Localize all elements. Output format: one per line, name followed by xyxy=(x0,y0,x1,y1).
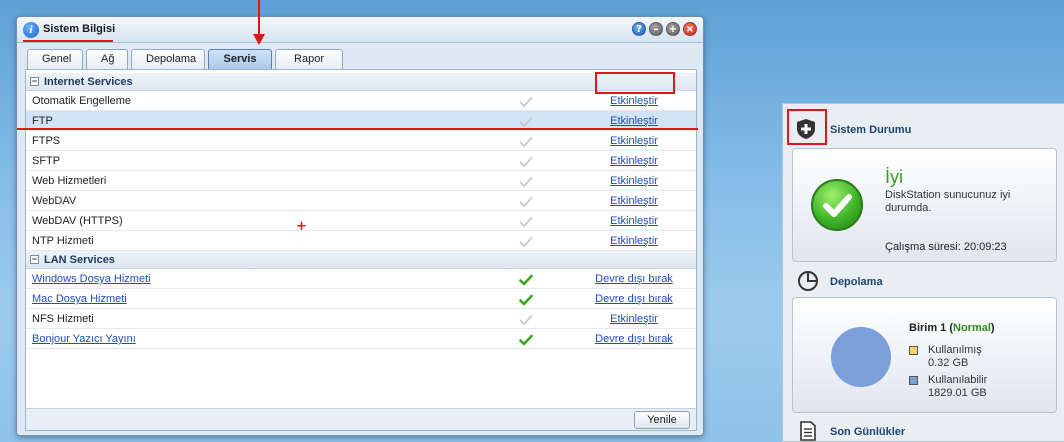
service-row[interactable]: Mac Dosya Hizmeti Devre dışı bırak xyxy=(26,289,696,309)
group-header[interactable]: − LAN Services xyxy=(26,251,696,269)
health-description: DiskStation sunucunuz iyi durumda. xyxy=(885,189,1011,214)
window-controls: ? – + × xyxy=(632,22,697,36)
panel-footer: Yenile xyxy=(26,408,696,430)
status-ok-icon xyxy=(811,179,863,231)
service-row[interactable]: FTPS Etkinleştir xyxy=(26,131,696,151)
collapse-icon[interactable]: − xyxy=(30,255,39,264)
window-titlebar[interactable]: i Sistem Bilgisi ? – + × xyxy=(17,17,703,43)
window-title: Sistem Bilgisi xyxy=(43,23,116,35)
used-label: Kullanılmış xyxy=(928,344,982,356)
service-row[interactable]: Windows Dosya Hizmeti Devre dışı bırak xyxy=(26,269,696,289)
services-panel: Yenile − Internet Services Otomatik Engell… xyxy=(25,69,697,431)
service-action-link[interactable]: Etkinleştir xyxy=(590,231,678,251)
tab-3[interactable]: Servis xyxy=(208,49,272,69)
group-label: LAN Services xyxy=(44,254,115,266)
service-name: NFS Hizmeti xyxy=(32,313,94,325)
tab-1[interactable]: Ağ xyxy=(86,49,128,69)
annotation-box-health-icon xyxy=(787,109,827,145)
group-label: Internet Services xyxy=(44,76,133,88)
service-name[interactable]: Bonjour Yazıcı Yayını xyxy=(32,329,136,349)
service-name: FTPS xyxy=(32,135,61,147)
check-icon xyxy=(519,293,533,306)
service-name: SFTP xyxy=(32,155,61,167)
service-action-link[interactable]: Etkinleştir xyxy=(590,191,678,211)
check-icon xyxy=(519,313,533,325)
service-action-link[interactable]: Etkinleştir xyxy=(590,211,678,231)
system-health-card: İyi DiskStation sunucunuz iyi durumda. Ç… xyxy=(792,148,1057,262)
pie-chart-icon xyxy=(798,271,818,291)
available-legend-swatch xyxy=(909,376,918,385)
service-action-link[interactable]: Etkinleştir xyxy=(590,309,678,329)
tab-4[interactable]: Rapor et xyxy=(275,49,343,84)
check-icon xyxy=(519,333,533,346)
service-action-link[interactable]: Devre dışı bırak xyxy=(590,289,678,309)
uptime-text: Çalışma süresi: 20:09:23 xyxy=(885,241,1007,253)
close-icon[interactable]: × xyxy=(683,22,697,36)
annotation-line xyxy=(17,128,698,130)
service-name: WebDAV (HTTPS) xyxy=(32,215,123,227)
dashboard-widget: Sistem Durumu İyi DiskStation sunucunuz … xyxy=(782,103,1064,442)
tab-0[interactable]: Genel xyxy=(27,49,83,69)
service-name: NTP Hizmeti xyxy=(32,235,94,247)
refresh-button[interactable]: Yenile xyxy=(634,411,690,429)
service-row[interactable]: WebDAV Etkinleştir xyxy=(26,191,696,211)
service-row[interactable]: SFTP Etkinleştir xyxy=(26,151,696,171)
available-value: 1829.01 GB xyxy=(928,387,987,399)
check-icon xyxy=(519,215,533,227)
info-icon: i xyxy=(23,22,39,38)
help-icon[interactable]: ? xyxy=(632,22,646,36)
volume-name: Birim 1 (Normal) xyxy=(909,322,995,334)
service-row[interactable]: Bonjour Yazıcı Yayını Devre dışı bırak xyxy=(26,329,696,349)
check-icon xyxy=(519,175,533,187)
service-name[interactable]: Mac Dosya Hizmeti xyxy=(32,289,127,309)
storage-card: Birim 1 (Normal) Kullanılmış 0.32 GB Kul… xyxy=(792,297,1057,413)
system-health-title[interactable]: Sistem Durumu xyxy=(830,124,911,136)
service-action-link[interactable]: Devre dışı bırak xyxy=(590,329,678,349)
used-legend-swatch xyxy=(909,346,918,355)
document-icon xyxy=(800,421,816,441)
annotation-underline xyxy=(23,40,113,42)
check-icon xyxy=(519,235,533,247)
service-row[interactable]: NFS Hizmeti Etkinleştir xyxy=(26,309,696,329)
service-row[interactable]: NTP Hizmeti Etkinleştir xyxy=(26,231,696,251)
check-icon xyxy=(519,95,533,107)
annotation-arrow xyxy=(253,0,265,45)
service-name: Otomatik Engelleme xyxy=(32,95,132,107)
tab-bar: GenelAğDepolamaServisRapor et xyxy=(27,49,343,84)
tab-2[interactable]: Depolama xyxy=(131,49,205,69)
service-row[interactable]: WebDAV (HTTPS) Etkinleştir xyxy=(26,211,696,231)
check-icon xyxy=(519,155,533,167)
service-action-link[interactable]: Etkinleştir xyxy=(590,151,678,171)
collapse-icon[interactable]: − xyxy=(30,77,39,86)
service-action-link[interactable]: Etkinleştir xyxy=(590,171,678,191)
service-row[interactable]: Otomatik Engelleme Etkinleştir xyxy=(26,91,696,111)
annotation-box-ftp-action xyxy=(595,72,675,94)
service-action-link[interactable]: Etkinleştir xyxy=(590,91,678,111)
check-icon xyxy=(519,115,533,127)
minimize-icon[interactable]: – xyxy=(649,22,663,36)
available-label: Kullanılabilir xyxy=(928,374,988,386)
service-name[interactable]: Windows Dosya Hizmeti xyxy=(32,269,151,289)
storage-title[interactable]: Depolama xyxy=(830,276,883,288)
service-name: Web Hizmetleri xyxy=(32,175,107,187)
system-info-window: i Sistem Bilgisi ? – + × Genel Ağ Depolama… xyxy=(16,16,704,436)
service-row[interactable]: Web Hizmetleri Etkinleştir xyxy=(26,171,696,191)
maximize-icon[interactable]: + xyxy=(666,22,680,36)
service-action-link[interactable]: Etkinleştir xyxy=(590,131,678,151)
check-icon xyxy=(519,273,533,286)
check-icon xyxy=(519,135,533,147)
recent-logs-title[interactable]: Son Günlükler xyxy=(830,426,905,438)
service-action-link[interactable]: Devre dışı bırak xyxy=(590,269,678,289)
check-icon xyxy=(519,195,533,207)
volume-status: Normal xyxy=(953,322,991,334)
used-value: 0.32 GB xyxy=(928,357,969,369)
storage-usage-pie xyxy=(831,327,891,387)
health-status: İyi xyxy=(885,167,903,187)
annotation-plus: + xyxy=(296,219,307,234)
service-name: WebDAV xyxy=(32,195,77,207)
